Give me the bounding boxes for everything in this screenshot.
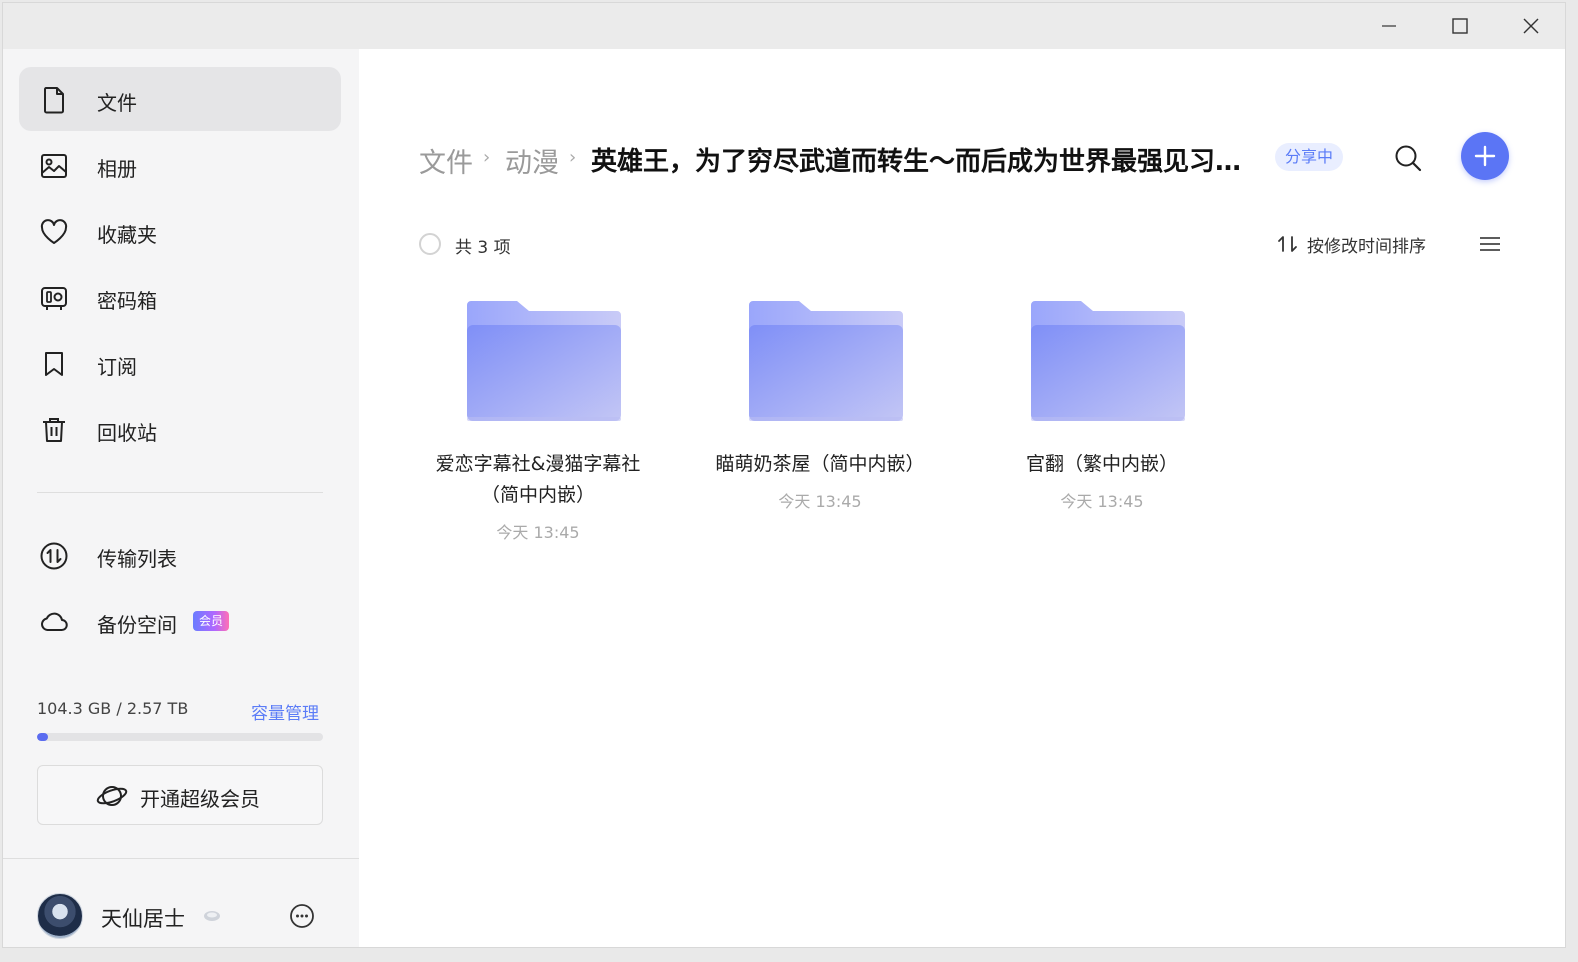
sidebar-item-album[interactable]: 相册: [19, 133, 341, 197]
file-icon: [39, 85, 69, 115]
user-level-icon: [204, 911, 220, 921]
main-panel: 文件 › 动漫 › 英雄王，为了穷尽武道而转生～而后成为世界最强见习骑士♀ 分享…: [359, 49, 1565, 947]
open-vip-button[interactable]: 开通超级会员: [37, 765, 323, 825]
user-bar: 天仙居士: [3, 858, 359, 947]
storage-usage-text: 104.3 GB / 2.57 TB: [37, 699, 189, 718]
sort-button[interactable]: 按修改时间排序: [1277, 231, 1426, 257]
breadcrumb-separator: ›: [483, 147, 491, 168]
storage-manage-link[interactable]: 容量管理: [251, 699, 319, 724]
bookmark-icon: [39, 349, 69, 379]
breadcrumb-separator: ›: [569, 147, 577, 168]
maximize-icon: [1452, 18, 1468, 34]
breadcrumb-item-anime[interactable]: 动漫: [505, 141, 559, 180]
sidebar-item-label: 收藏夹: [97, 223, 157, 247]
sidebar-item-label: 文件: [97, 91, 137, 115]
vip-badge: 会员: [193, 611, 230, 631]
maximize-button[interactable]: [1440, 9, 1480, 43]
sidebar-item-safe[interactable]: 密码箱: [19, 265, 341, 329]
sidebar-item-backup[interactable]: 备份空间 会员: [19, 589, 341, 653]
sidebar-item-label: 回收站: [97, 421, 157, 445]
more-options-icon[interactable]: [289, 903, 315, 929]
folder-modified-time: 今天 13:45: [496, 523, 580, 542]
title-bar: [3, 3, 1565, 49]
app-window: 文件 相册 收藏夹 密码箱 订阅 回收站 传输列表 备份空间 会员 104.3 …: [2, 2, 1566, 948]
folder-icon: [467, 301, 621, 421]
sidebar-item-favorites[interactable]: 收藏夹: [19, 199, 341, 263]
sidebar-item-label: 传输列表: [97, 547, 177, 571]
sidebar-divider: [37, 492, 323, 493]
share-status-badge: 分享中: [1275, 143, 1344, 171]
heart-icon: [39, 217, 69, 247]
sidebar-item-transfers[interactable]: 传输列表: [19, 523, 341, 587]
storage-progress-fill: [37, 733, 49, 741]
safe-icon: [39, 283, 69, 313]
close-icon: [1523, 18, 1539, 34]
close-button[interactable]: [1511, 9, 1551, 43]
folder-item[interactable]: 爱恋字幕社&漫猫字幕社（简中内嵌） 今天 13:45: [433, 299, 643, 549]
plus-icon: [1474, 145, 1496, 167]
folder-modified-time: 今天 13:45: [778, 492, 862, 511]
list-view-icon[interactable]: [1477, 233, 1503, 255]
folder-modified-time: 今天 13:45: [1060, 492, 1144, 511]
sidebar-item-subscriptions[interactable]: 订阅: [19, 331, 341, 395]
item-count: 共 3 项: [455, 238, 511, 258]
sidebar-item-files[interactable]: 文件: [19, 67, 341, 131]
sidebar-item-label: 订阅: [97, 355, 137, 379]
minimize-button[interactable]: [1369, 9, 1409, 43]
minimize-icon: [1382, 25, 1396, 27]
sidebar-item-label: 密码箱: [97, 289, 157, 313]
page-title: 英雄王，为了穷尽武道而转生～而后成为世界最强见习骑士♀: [591, 147, 1259, 177]
trash-icon: [39, 415, 69, 445]
select-all-checkbox[interactable]: [419, 233, 441, 255]
sidebar-item-label: 相册: [97, 157, 137, 181]
transfer-icon: [39, 541, 69, 571]
avatar[interactable]: [37, 893, 83, 939]
breadcrumb-item-files[interactable]: 文件: [419, 141, 473, 180]
add-button[interactable]: [1461, 132, 1509, 180]
folder-name: 瞄萌奶茶屋（简中内嵌）: [715, 453, 925, 475]
sidebar: 文件 相册 收藏夹 密码箱 订阅 回收站 传输列表 备份空间 会员 104.3 …: [3, 49, 359, 947]
user-name: 天仙居士: [101, 907, 185, 931]
folder-name: 官翻（繁中内嵌）: [1025, 453, 1178, 475]
search-icon[interactable]: [1393, 143, 1423, 173]
sort-icon: [1278, 236, 1297, 252]
folder-name: 爱恋字幕社&漫猫字幕社（简中内嵌）: [435, 453, 641, 506]
sort-label: 按修改时间排序: [1307, 236, 1426, 257]
storage-progress-bar: [37, 733, 323, 741]
photo-album-icon: [39, 151, 69, 181]
cloud-icon: [39, 607, 69, 637]
open-vip-label: 开通超级会员: [140, 787, 260, 811]
sidebar-item-label: 备份空间: [97, 613, 177, 637]
folder-item[interactable]: 官翻（繁中内嵌） 今天 13:45: [997, 299, 1207, 549]
folder-icon: [749, 301, 903, 421]
folder-item[interactable]: 瞄萌奶茶屋（简中内嵌） 今天 13:45: [715, 299, 925, 549]
folder-icon: [1031, 301, 1185, 421]
sidebar-item-trash[interactable]: 回收站: [19, 397, 341, 461]
planet-icon: [96, 786, 128, 806]
